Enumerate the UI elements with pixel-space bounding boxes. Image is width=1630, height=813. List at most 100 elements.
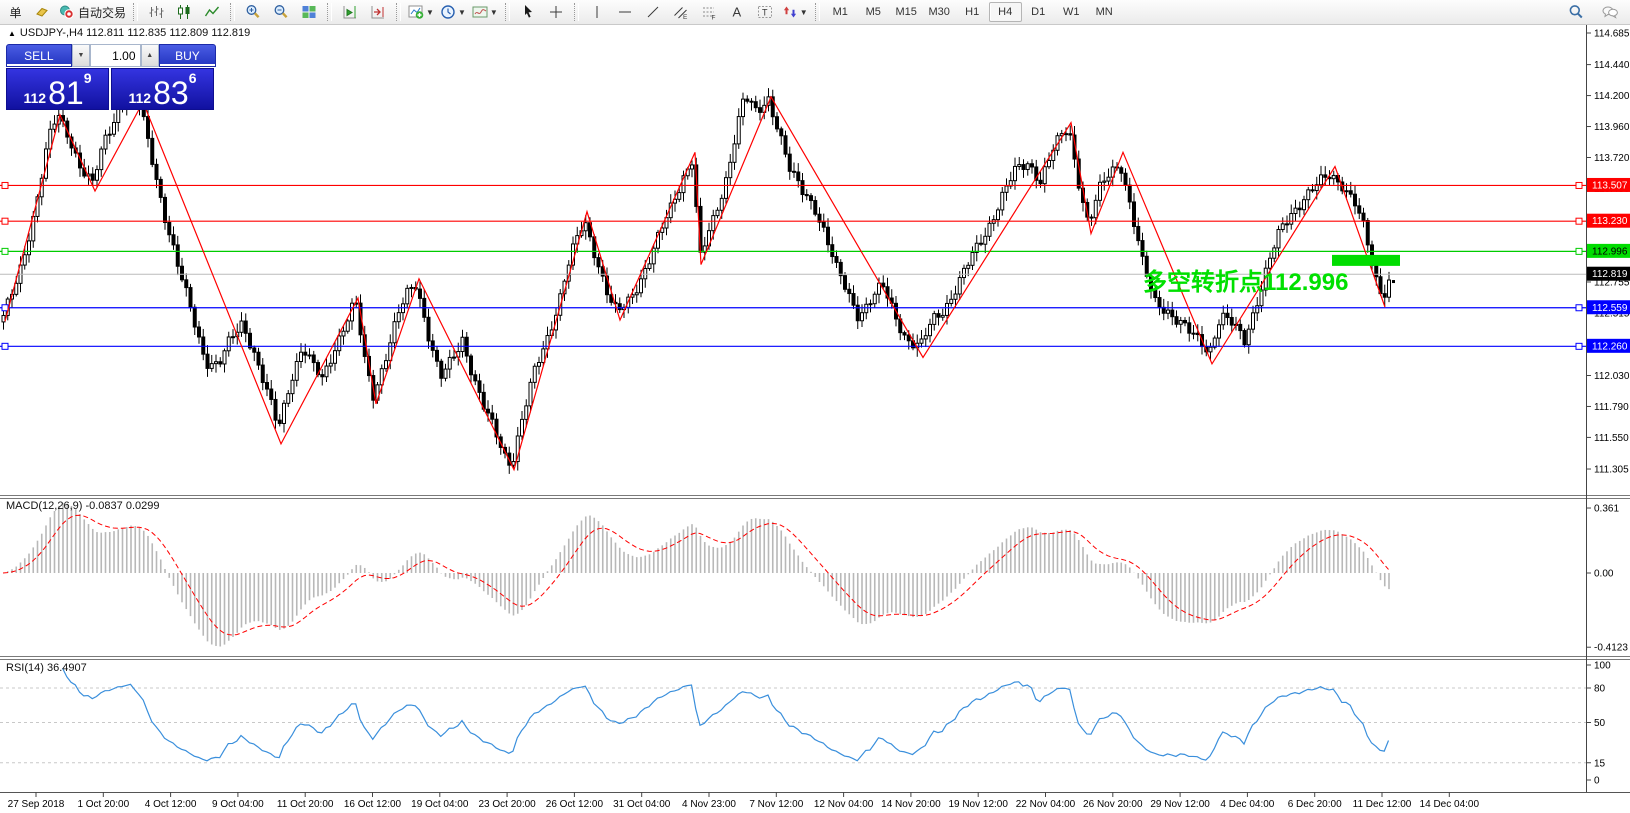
text-icon: A [729, 4, 745, 20]
timeframe-button-H1[interactable]: H1 [956, 2, 989, 22]
volume-input[interactable]: 1.00 [90, 44, 140, 67]
autotrading-icon [59, 4, 75, 20]
price-badge-112.559[interactable]: 112.559 [1587, 300, 1630, 314]
search-button[interactable] [1562, 1, 1590, 23]
svg-text:E: E [683, 14, 688, 20]
trading-platform-window: 114.685114.440114.200113.960113.720113.4… [0, 0, 1630, 813]
templates-button[interactable]: ▼ [469, 1, 501, 23]
dropdown-caret-icon: ▼ [490, 8, 498, 17]
svg-text:114.685: 114.685 [1594, 29, 1630, 40]
periods-icon [440, 4, 456, 20]
arrows-button[interactable]: ▼ [779, 1, 811, 23]
dropdown-caret-icon: ▼ [426, 8, 434, 17]
text-label-button[interactable]: T [751, 1, 779, 23]
timeframe-button-M1[interactable]: M1 [824, 2, 857, 22]
price-badge-113.230[interactable]: 113.230 [1587, 214, 1630, 228]
horizontal-line-button[interactable] [611, 1, 639, 23]
cursor-icon [520, 4, 536, 20]
svg-text:26 Nov 20:00: 26 Nov 20:00 [1083, 799, 1143, 810]
candlestick-chart-button[interactable] [170, 1, 198, 23]
svg-text:50: 50 [1594, 718, 1606, 729]
svg-text:6 Dec 20:00: 6 Dec 20:00 [1288, 799, 1342, 810]
buy-button[interactable]: BUY [159, 44, 216, 67]
timeframe-button-D1[interactable]: D1 [1022, 2, 1055, 22]
svg-text:113.507: 113.507 [1592, 180, 1628, 191]
collapse-icon[interactable]: ▲ [8, 29, 16, 38]
one-click-trade-panel: SELL ▼ 1.00 ▲ BUY 112 81 9 112 83 6 [6, 44, 216, 110]
toolbar-separator [133, 3, 138, 21]
text-button[interactable]: A [723, 1, 751, 23]
zoom-in-button[interactable] [239, 1, 267, 23]
price-badge-112.819[interactable]: 112.819 [1587, 267, 1630, 281]
auto-scroll-icon [370, 4, 386, 20]
svg-text:4 Nov 23:00: 4 Nov 23:00 [682, 799, 736, 810]
arrows-icon [782, 4, 798, 20]
main-toolbar: 单自动交易▼▼▼EFAT▼M1M5M15M30H1H4D1W1MN [0, 0, 1630, 25]
price-badge-112.996[interactable]: 112.996 [1587, 244, 1630, 258]
tile-windows-button[interactable] [295, 1, 323, 23]
svg-text:114.200: 114.200 [1594, 91, 1630, 102]
periods-button[interactable]: ▼ [437, 1, 469, 23]
timeframe-button-M15[interactable]: M15 [890, 2, 923, 22]
svg-text:26 Oct 12:00: 26 Oct 12:00 [546, 799, 604, 810]
tile-windows-icon [301, 4, 317, 20]
price-badge-113.507[interactable]: 113.507 [1587, 178, 1630, 192]
volume-decrease-button[interactable]: ▼ [72, 44, 90, 67]
gold-bar-icon[interactable] [28, 1, 56, 23]
price-badge-112.260[interactable]: 112.260 [1587, 339, 1630, 353]
indicators-button[interactable]: ▼ [405, 1, 437, 23]
turning-point-annotation: 多空转折点112.996 [1143, 262, 1348, 297]
svg-text:1 Oct 20:00: 1 Oct 20:00 [77, 799, 129, 810]
svg-text:12 Nov 04:00: 12 Nov 04:00 [814, 799, 874, 810]
svg-text:23 Oct 20:00: 23 Oct 20:00 [478, 799, 536, 810]
line-chart-button[interactable] [198, 1, 226, 23]
svg-text:19 Nov 12:00: 19 Nov 12:00 [948, 799, 1008, 810]
svg-text:31 Oct 04:00: 31 Oct 04:00 [613, 799, 671, 810]
chart-shift-button[interactable] [336, 1, 364, 23]
timeframe-button-W1[interactable]: W1 [1055, 2, 1088, 22]
fibonacci-button[interactable]: F [695, 1, 723, 23]
gold-bar-icon [34, 4, 50, 20]
zoom-in-icon [245, 4, 261, 20]
toolbar-separator [396, 3, 401, 21]
svg-text:27 Sep 2018: 27 Sep 2018 [8, 799, 65, 810]
timeframe-button-MN[interactable]: MN [1088, 2, 1121, 22]
sell-price-display[interactable]: 112 81 9 [6, 68, 109, 110]
vertical-line-button[interactable] [583, 1, 611, 23]
svg-text:16 Oct 12:00: 16 Oct 12:00 [344, 799, 402, 810]
chart-canvas: 114.685114.440114.200113.960113.720113.4… [0, 0, 1630, 813]
buy-price-prefix: 112 [129, 91, 152, 105]
zoom-out-button[interactable] [267, 1, 295, 23]
svg-text:-0.4123: -0.4123 [1594, 643, 1628, 654]
svg-text:4 Oct 12:00: 4 Oct 12:00 [145, 799, 197, 810]
buy-price-sup: 6 [189, 71, 197, 85]
svg-text:112.030: 112.030 [1594, 371, 1630, 382]
chat-button[interactable] [1596, 1, 1624, 23]
svg-text:113.960: 113.960 [1594, 122, 1630, 133]
crosshair-button[interactable] [542, 1, 570, 23]
auto-scroll-button[interactable] [364, 1, 392, 23]
sell-button[interactable]: SELL [6, 44, 72, 67]
cursor-button[interactable] [514, 1, 542, 23]
new-order-button[interactable]: 单 [0, 1, 28, 23]
trendline-icon [645, 4, 661, 20]
volume-increase-button[interactable]: ▲ [141, 44, 159, 67]
bar-chart-icon [148, 4, 164, 20]
timeframe-button-H4[interactable]: H4 [989, 2, 1022, 22]
svg-text:0.00: 0.00 [1594, 569, 1614, 580]
channel-icon: E [673, 4, 689, 20]
buy-price-display[interactable]: 112 83 6 [111, 68, 214, 110]
channel-button[interactable]: E [667, 1, 695, 23]
svg-text:22 Nov 04:00: 22 Nov 04:00 [1016, 799, 1076, 810]
bar-chart-button[interactable] [142, 1, 170, 23]
svg-text:14 Dec 04:00: 14 Dec 04:00 [1420, 799, 1480, 810]
timeframe-button-M5[interactable]: M5 [857, 2, 890, 22]
toolbar-separator [505, 3, 510, 21]
autotrading-button[interactable]: 自动交易 [56, 1, 129, 23]
zoom-out-icon [273, 4, 289, 20]
svg-text:0: 0 [1594, 776, 1600, 787]
text-label-icon: T [757, 4, 773, 20]
svg-text:F: F [711, 15, 715, 21]
timeframe-button-M30[interactable]: M30 [923, 2, 956, 22]
trendline-button[interactable] [639, 1, 667, 23]
